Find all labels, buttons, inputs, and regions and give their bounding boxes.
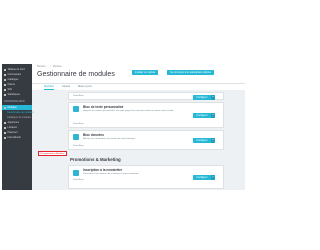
highlight-annotation: Personnaliser ▸ Modules (38, 151, 67, 156)
configure-button[interactable]: Configurer (193, 94, 211, 100)
breadcrumb-separator: / (50, 66, 51, 68)
module-icon (73, 170, 79, 176)
sidebar-item-label: Livraison (7, 126, 18, 129)
sidebar-item-international[interactable]: International (2, 135, 32, 140)
module-name: Bloc données (83, 133, 104, 137)
category-title: Promotions & Marketing (70, 157, 121, 162)
module-author: PrestaShop (73, 123, 84, 125)
app-window: Tableau de bord Commandes Catalogue Clie… (2, 64, 245, 190)
sidebar-item-label: Gestionnaire de modules (7, 111, 34, 114)
tab-bar: Modules Alertes Mises à jour (32, 84, 245, 90)
puzzle-icon (4, 106, 6, 109)
chevron-down-icon[interactable]: ▾ (211, 175, 215, 180)
truck-icon (4, 126, 6, 129)
module-description: Intégrez du contenu personnalisé sur vot… (83, 110, 174, 112)
module-author: PrestaShop (73, 179, 84, 181)
chat-icon (4, 88, 6, 91)
page-header: Modules / Modules Gestionnaire de module… (32, 64, 245, 84)
module-icon (73, 134, 79, 140)
module-description: Permettez à vos visiteurs de s'abonner à… (83, 173, 139, 175)
tab-updates[interactable]: Mises à jour (78, 85, 92, 88)
chevron-down-icon[interactable]: ▾ (211, 94, 215, 100)
sidebar-item-label: Apparence (7, 121, 20, 124)
module-card: Bloc de texte personnalisé Intégrez du c… (68, 102, 224, 128)
sidebar-item-label: Modules (7, 106, 17, 109)
user-icon (4, 83, 6, 86)
configure-button[interactable]: Configurer (193, 113, 211, 118)
module-card: Inscription à la newsletter Permettez à … (68, 165, 224, 189)
sidebar-item-stats[interactable]: Statistiques (2, 92, 32, 97)
sidebar-item-label: Commandes (7, 73, 22, 76)
configure-button[interactable]: Configurer (193, 175, 211, 180)
module-author: PrestaShop (73, 145, 84, 147)
module-card: Bloc données Affichez les informations d… (68, 130, 224, 150)
sidebar-item-label: Statistiques (7, 93, 20, 96)
tab-alerts[interactable]: Alertes (62, 85, 70, 88)
card-icon (4, 131, 6, 134)
chevron-down-icon[interactable]: ▾ (211, 138, 215, 143)
module-icon (73, 106, 79, 112)
cart-icon (4, 73, 6, 76)
module-description: Affichez les informations de contact de … (83, 138, 136, 140)
page-title: Gestionnaire de modules (37, 71, 115, 78)
chevron-down-icon[interactable]: ▾ (211, 113, 215, 118)
sidebar-item-label: SAV (7, 88, 13, 91)
sidebar: Tableau de bord Commandes Catalogue Clie… (2, 64, 34, 190)
sidebar-item-label: Clients (7, 83, 15, 86)
module-card: PrestaShop Configurer ▾ (68, 92, 224, 100)
dashboard-icon (4, 68, 6, 71)
module-list: PrestaShop Configurer ▾ Bloc de texte pe… (38, 92, 224, 190)
configure-button[interactable]: Configurer (193, 138, 211, 143)
sidebar-item-label: Catalogue (7, 78, 19, 81)
breadcrumb-root[interactable]: Modules (37, 66, 46, 68)
sidebar-section-label: PERSONNALISER (4, 100, 25, 103)
connect-addons-button[interactable]: Se connecter à la marketplace Addons (167, 70, 214, 75)
store-icon (4, 78, 6, 81)
globe-icon (4, 136, 6, 139)
brush-icon (4, 121, 6, 124)
module-name: Inscription à la newsletter (83, 168, 123, 172)
tab-modules[interactable]: Modules (44, 85, 54, 90)
sidebar-item-label: International (7, 136, 21, 139)
module-name: Bloc de texte personnalisé (83, 105, 124, 109)
sidebar-item-label: Paiement (7, 131, 18, 134)
module-author: PrestaShop (73, 95, 84, 97)
sidebar-item-label: Tableau de bord (7, 68, 25, 71)
upload-module-button[interactable]: Installer un module (132, 70, 159, 75)
sidebar-item-label: Catalogue de modules (7, 116, 31, 119)
chart-icon (4, 93, 6, 96)
breadcrumb-current: Modules (53, 66, 62, 68)
